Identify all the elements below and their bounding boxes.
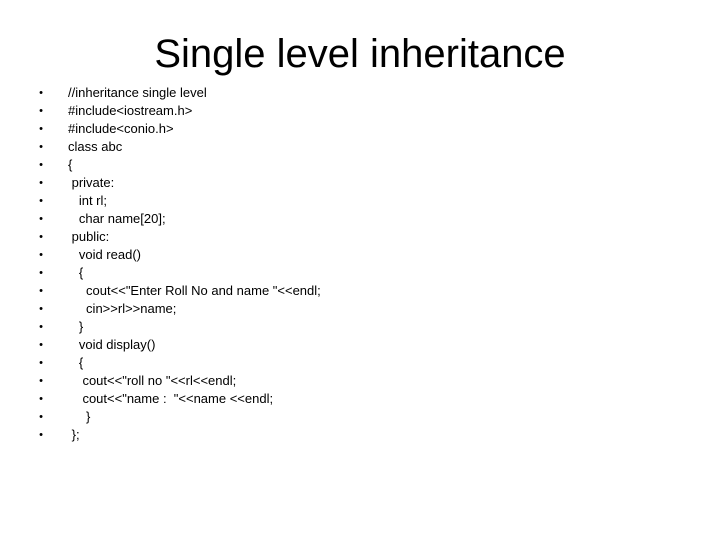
bullet-icon: • <box>39 87 43 99</box>
bullet-icon: • <box>39 249 43 261</box>
code-line-text: #include<conio.h> <box>68 121 174 136</box>
bullet-icon: • <box>39 411 43 423</box>
code-line-text: { <box>68 157 73 172</box>
code-line-text: cout<<"Enter Roll No and name "<<endl; <box>68 283 321 298</box>
code-line-text: } <box>68 319 84 334</box>
code-line-text: cout<<"name : "<<name <<endl; <box>68 391 274 406</box>
slide-title: Single level inheritance <box>154 32 566 76</box>
code-line-text: }; <box>68 427 80 442</box>
bullet-icon: • <box>39 159 43 171</box>
bullet-icon: • <box>39 105 43 117</box>
code-line-text: public: <box>68 229 110 244</box>
bullet-icon: • <box>39 267 43 279</box>
bullet-icon: • <box>39 393 43 405</box>
code-line-text: class abc <box>68 139 123 154</box>
bullet-icon: • <box>39 375 43 387</box>
bullet-icon: • <box>39 429 43 441</box>
bullet-icon: • <box>39 321 43 333</box>
code-line-text: char name[20]; <box>68 211 166 226</box>
code-line-text: void display() <box>68 337 156 352</box>
code-line-text: #include<iostream.h> <box>68 103 193 118</box>
code-line-text: //inheritance single level <box>68 85 207 100</box>
code-line-text: cin>>rl>>name; <box>68 301 177 316</box>
bullet-icon: • <box>39 303 43 315</box>
bullet-icon: • <box>39 285 43 297</box>
code-line-text: { <box>68 265 84 280</box>
bullet-icon: • <box>39 195 43 207</box>
bullet-icon: • <box>39 177 43 189</box>
bullet-icon: • <box>39 213 43 225</box>
code-line-text: private: <box>68 175 115 190</box>
bullet-icon: • <box>39 339 43 351</box>
code-line-text: cout<<"roll no "<<rl<<endl; <box>68 373 237 388</box>
code-line-text: void read() <box>68 247 141 262</box>
code-line-text: int rl; <box>68 193 108 208</box>
bullet-icon: • <box>39 123 43 135</box>
bullet-icon: • <box>39 141 43 153</box>
bullet-icon: • <box>39 357 43 369</box>
bullet-icon: • <box>39 231 43 243</box>
code-line-text: { <box>68 355 84 370</box>
code-line-text: } <box>68 409 91 424</box>
